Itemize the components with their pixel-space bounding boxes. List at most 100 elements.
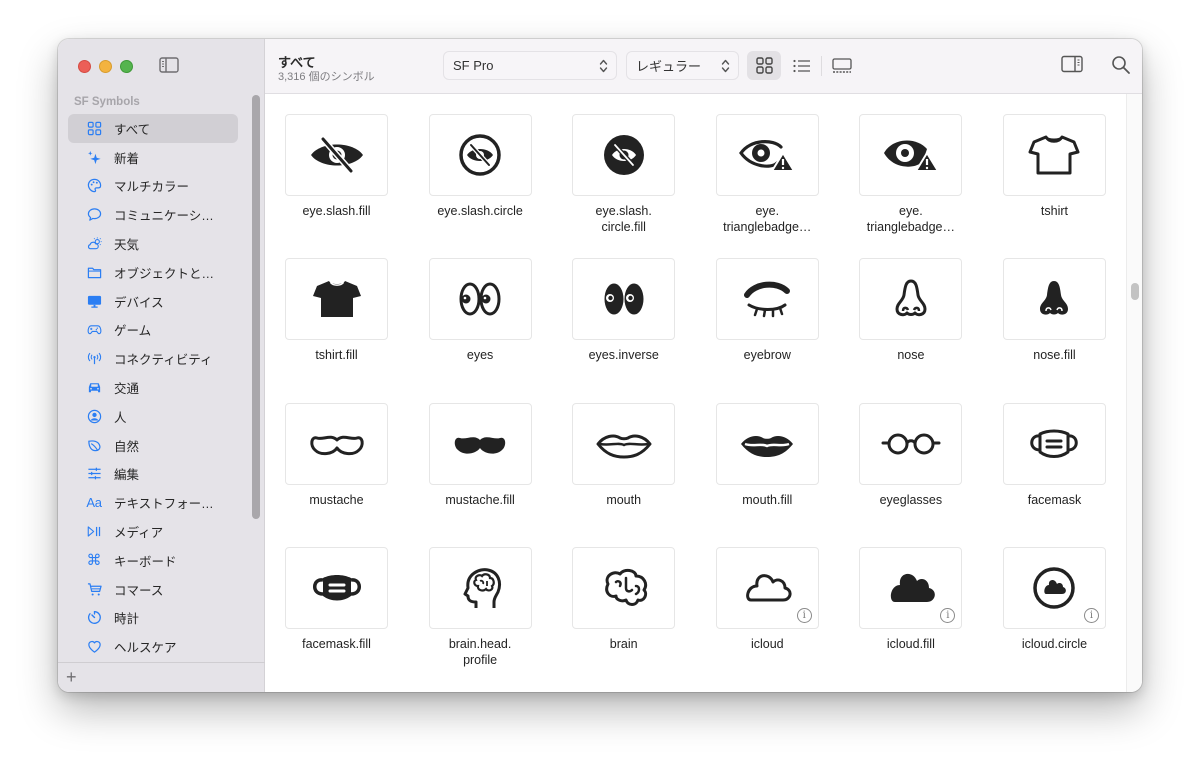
symbol-cell[interactable]: facemask (1002, 402, 1106, 547)
symbol-tile[interactable] (285, 114, 388, 196)
font-select[interactable]: SF Pro (443, 51, 617, 80)
sidebar-item[interactable]: マルチカラー (68, 172, 238, 201)
sidebar-item[interactable]: コマース (68, 575, 238, 604)
symbol-name: mouth.fill (742, 492, 793, 507)
symbol-tile[interactable] (428, 546, 532, 629)
symbol-cell[interactable]: eye.slash.circle (428, 114, 532, 258)
scrollbar-thumb[interactable] (1131, 283, 1139, 300)
symbol-cell[interactable]: brain.head. profile (428, 546, 532, 691)
sidebar-item[interactable]: 自然 (68, 431, 238, 460)
symbol-tile[interactable] (715, 402, 819, 485)
sidebar-item[interactable]: Aa テキストフォー… (68, 488, 238, 517)
symbol-name: eye.slash.fill (302, 204, 371, 218)
symbol-tile[interactable] (859, 114, 963, 196)
symbol-cell[interactable]: eyes.inverse (572, 258, 676, 402)
sidebar-item[interactable]: 編集 (68, 460, 238, 489)
square-grid-icon (755, 57, 773, 74)
symbol-cell[interactable]: facemask.fill (285, 546, 388, 691)
sidebar-item-label: コネクティビティ (114, 353, 213, 368)
symbol-cell[interactable]: mouth (572, 402, 676, 547)
info-circle-icon[interactable]: i (940, 607, 956, 623)
symbol-cell[interactable]: eyeglasses (859, 402, 963, 547)
symbol-cell[interactable]: eye. trianglebadge… (715, 114, 819, 258)
sidebar-item[interactable]: すべて (68, 114, 238, 143)
sidebar-item[interactable]: デバイス (68, 287, 238, 316)
symbol-tile[interactable] (1002, 402, 1106, 485)
content-scrollbar[interactable] (1126, 94, 1142, 692)
symbol-tile[interactable] (859, 258, 963, 341)
eye-trianglebadge-icon (739, 140, 796, 172)
sidebar-item[interactable]: オブジェクトと… (68, 258, 238, 287)
symbol-cell[interactable]: mustache (285, 402, 388, 547)
sidebar-item[interactable]: ゲーム (68, 316, 238, 345)
sidebar-item[interactable]: 天気 (68, 229, 238, 258)
symbol-cell[interactable]: eye.slash. circle.fill (572, 114, 676, 258)
weight-select[interactable]: レギュラー (626, 51, 739, 80)
grid-view-button[interactable] (747, 51, 781, 80)
sidebar-item[interactable]: 交通 (68, 373, 238, 402)
sidebar-item[interactable]: 新着 (68, 143, 238, 172)
minimize-button[interactable] (99, 60, 112, 73)
symbol-name: brain (609, 636, 638, 651)
sidebar-item-label: ヘルスケア (114, 641, 177, 656)
symbol-cell[interactable]: i icloud.circle (1002, 546, 1106, 691)
symbol-cell[interactable]: i icloud.fill (859, 546, 963, 691)
info-circle-icon[interactable]: i (1083, 607, 1099, 623)
symbol-cell[interactable]: eye. trianglebadge… (859, 114, 963, 258)
symbol-cell[interactable]: tshirt.fill (285, 258, 388, 402)
sidebar-toggle-button[interactable] (159, 57, 179, 73)
symbol-tile[interactable] (285, 546, 388, 629)
sidebar-item[interactable]: コネクティビティ (68, 344, 238, 373)
symbol-tile[interactable] (572, 402, 676, 485)
info-circle-icon[interactable]: i (796, 607, 812, 623)
symbol-tile[interactable] (859, 402, 963, 485)
symbol-tile[interactable] (572, 546, 676, 629)
symbol-tile[interactable] (1002, 114, 1106, 196)
list-view-button[interactable] (785, 51, 819, 80)
symbol-cell[interactable]: eyes (428, 258, 532, 402)
symbol-tile[interactable] (428, 114, 532, 196)
tshirt-icon (1028, 135, 1080, 175)
symbol-tile[interactable]: i (1002, 546, 1106, 629)
sidebar-item-label: 人 (114, 410, 127, 425)
symbol-cell[interactable]: eye.slash.fill (285, 114, 388, 258)
symbol-cell[interactable]: brain (572, 546, 676, 691)
symbol-tile[interactable] (285, 258, 388, 341)
sidebar-left-icon (159, 57, 179, 73)
sidebar-item[interactable]: ⌘ キーボード (68, 546, 238, 575)
mouth-icon (596, 434, 652, 459)
symbol-tile[interactable] (285, 402, 388, 485)
symbol-cell[interactable]: i icloud (715, 546, 819, 691)
search-button[interactable] (1111, 55, 1131, 75)
symbol-tile[interactable] (428, 258, 532, 341)
square-grid-icon (86, 120, 102, 136)
symbol-tile[interactable] (715, 258, 819, 341)
close-button[interactable] (78, 60, 91, 73)
symbol-tile[interactable] (1002, 258, 1106, 341)
sidebar-item[interactable]: 時計 (68, 604, 238, 633)
symbol-tile[interactable] (572, 258, 676, 341)
zoom-button[interactable] (120, 60, 133, 73)
symbol-tile[interactable]: i (859, 546, 963, 629)
symbol-cell[interactable]: nose (859, 258, 963, 402)
symbol-cell[interactable]: eyebrow (715, 258, 819, 402)
sidebar-item[interactable]: メディア (68, 517, 238, 546)
symbol-tile[interactable] (715, 114, 819, 196)
sidebar-item-label: コマース (114, 583, 164, 598)
sidebar-scrollbar[interactable] (252, 95, 260, 519)
message-bubble-icon (86, 207, 102, 223)
symbol-cell[interactable]: mouth.fill (715, 402, 819, 547)
gallery-view-button[interactable] (825, 51, 859, 80)
symbol-tile[interactable] (428, 402, 532, 485)
symbol-tile[interactable]: i (715, 546, 819, 629)
symbol-cell[interactable]: nose.fill (1002, 258, 1106, 402)
sidebar-item[interactable]: ヘルスケア (68, 632, 238, 661)
tshirt-fill-icon (312, 281, 361, 318)
symbol-tile[interactable] (572, 114, 676, 196)
sidebar-item[interactable]: 人 (68, 402, 238, 431)
sidebar-item[interactable]: コミュニケーシ… (68, 200, 238, 229)
inspector-toggle-button[interactable] (1061, 55, 1083, 75)
symbol-cell[interactable]: tshirt (1002, 114, 1106, 258)
symbol-cell[interactable]: mustache.fill (428, 402, 532, 547)
add-collection-button[interactable]: + (66, 667, 77, 687)
